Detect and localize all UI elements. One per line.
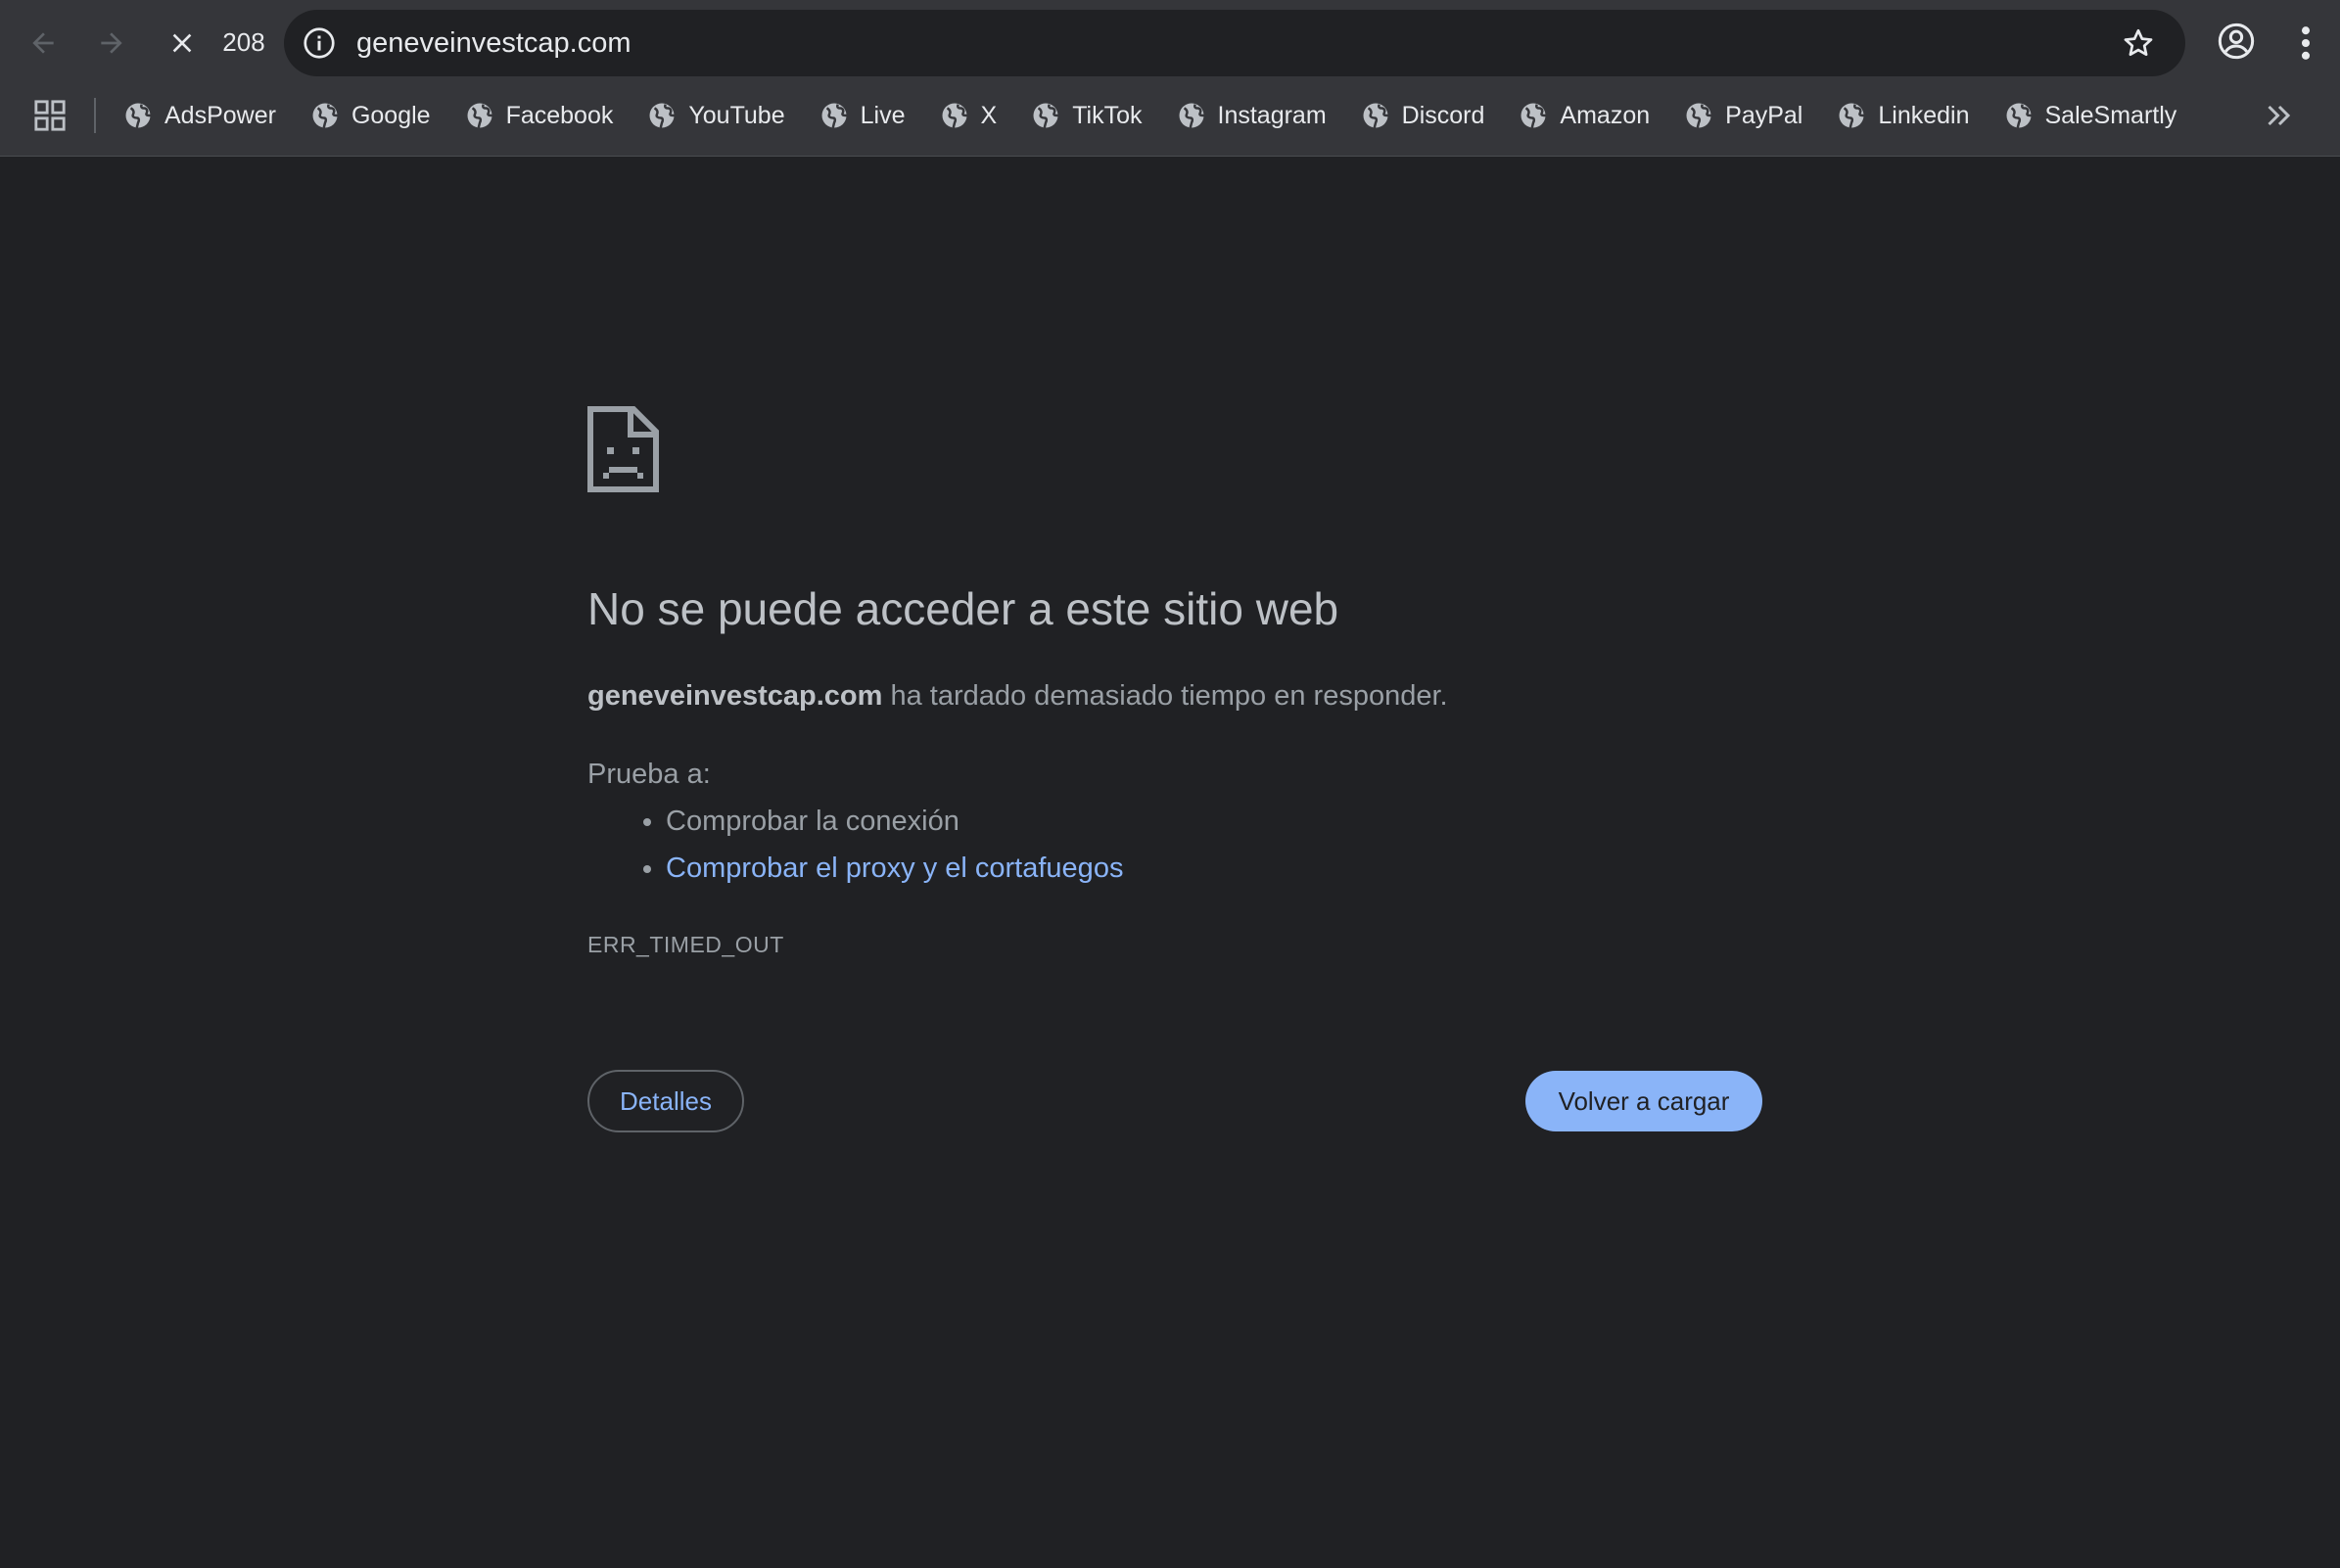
profile-icon[interactable] xyxy=(2217,22,2256,61)
bookmark-youtube[interactable]: YouTube xyxy=(647,101,785,130)
globe-icon xyxy=(942,103,967,128)
bookmark-label: Facebook xyxy=(505,101,614,129)
bookmark-label: TikTok xyxy=(1072,101,1143,129)
sad-page-icon xyxy=(587,406,659,492)
reload-button[interactable]: Volver a cargar xyxy=(1525,1071,1762,1131)
globe-icon xyxy=(312,103,338,128)
bookmark-instagram[interactable]: Instagram xyxy=(1177,101,1327,130)
bookmark-live[interactable]: Live xyxy=(819,101,906,130)
error-headline: No se puede acceder a este sitio web xyxy=(587,583,1339,634)
globe-icon xyxy=(467,103,492,128)
suggestion-item: Comprobar la conexión xyxy=(666,798,1123,845)
back-arrow-icon xyxy=(32,32,54,54)
globe-icon xyxy=(1839,103,1864,128)
bookmark-label: X xyxy=(980,101,998,129)
url-text[interactable]: geneveinvestcap.com xyxy=(356,10,632,76)
bookmark-label: Amazon xyxy=(1560,101,1651,129)
bookmark-amazon[interactable]: Amazon xyxy=(1519,101,1650,130)
bookmark-label: Google xyxy=(351,101,431,129)
bookmark-label: Discord xyxy=(1401,101,1485,129)
globe-icon xyxy=(1686,103,1711,128)
bookmark-discord[interactable]: Discord xyxy=(1361,101,1485,130)
error-domain: geneveinvestcap.com xyxy=(587,680,883,712)
forward-button[interactable] xyxy=(82,14,141,72)
kebab-menu-icon[interactable] xyxy=(2291,22,2320,65)
suggestion-check-connection: Comprobar la conexión xyxy=(666,806,959,837)
bookmarks-bar: AdsPower Google Facebook YouTube Live X TikTok… xyxy=(0,90,2340,141)
bookmark-tiktok[interactable]: TikTok xyxy=(1031,101,1143,130)
globe-icon xyxy=(1033,103,1058,128)
globe-icon xyxy=(2006,103,2032,128)
forward-arrow-icon xyxy=(101,32,122,54)
bookmark-adspower[interactable]: AdsPower xyxy=(123,101,276,130)
globe-icon xyxy=(1179,103,1204,128)
globe-icon xyxy=(1363,103,1388,128)
close-icon xyxy=(172,33,192,53)
suggestions-label: Prueba a: xyxy=(587,759,711,790)
bookmark-label: SaleSmartly xyxy=(2044,101,2177,129)
bookmark-label: Linkedin xyxy=(1878,101,1970,129)
error-description: geneveinvestcap.com ha tardado demasiado… xyxy=(587,680,1448,713)
bookmark-list: AdsPower Google Facebook YouTube Live X TikTok… xyxy=(123,90,2211,141)
apps-grid-icon[interactable] xyxy=(33,99,67,132)
bookmark-google[interactable]: Google xyxy=(310,101,431,130)
bookmark-salesmartly[interactable]: SaleSmartly xyxy=(2004,101,2177,130)
globe-icon xyxy=(1521,103,1546,128)
suggestion-item: Comprobar el proxy y el cortafuegos xyxy=(666,845,1123,892)
error-description-text: ha tardado demasiado tiempo en responder… xyxy=(882,680,1448,712)
back-button[interactable] xyxy=(14,14,72,72)
bookmark-star-icon[interactable] xyxy=(2121,25,2156,61)
details-button[interactable]: Detalles xyxy=(587,1070,744,1132)
address-bar[interactable]: geneveinvestcap.com xyxy=(284,10,2185,76)
bookmark-label: Live xyxy=(860,101,906,129)
bookmark-linkedin[interactable]: Linkedin xyxy=(1837,101,1970,130)
browser-toolbar: 208 geneveinvestcap.com AdsPower Google Fa… xyxy=(0,0,2340,157)
bookmark-label: AdsPower xyxy=(164,101,276,129)
globe-icon xyxy=(125,103,151,128)
chevron-double-right-icon[interactable] xyxy=(2262,98,2297,133)
bookmark-x[interactable]: X xyxy=(940,101,998,130)
globe-icon xyxy=(821,103,847,128)
bookmarks-divider xyxy=(94,98,96,133)
stop-loading-button[interactable] xyxy=(153,14,211,72)
bookmark-label: YouTube xyxy=(688,101,785,129)
globe-icon xyxy=(649,103,675,128)
bookmark-paypal[interactable]: PayPal xyxy=(1684,101,1802,130)
suggestion-check-proxy-link[interactable]: Comprobar el proxy y el cortafuegos xyxy=(666,853,1123,884)
bookmark-label: Instagram xyxy=(1217,101,1327,129)
suggestions-list: Comprobar la conexión Comprobar el proxy… xyxy=(587,798,1123,892)
tab-count[interactable]: 208 xyxy=(213,22,274,63)
error-code: ERR_TIMED_OUT xyxy=(587,932,784,957)
bookmark-facebook[interactable]: Facebook xyxy=(465,101,614,130)
info-icon[interactable] xyxy=(302,25,337,61)
bookmark-label: PayPal xyxy=(1725,101,1803,129)
